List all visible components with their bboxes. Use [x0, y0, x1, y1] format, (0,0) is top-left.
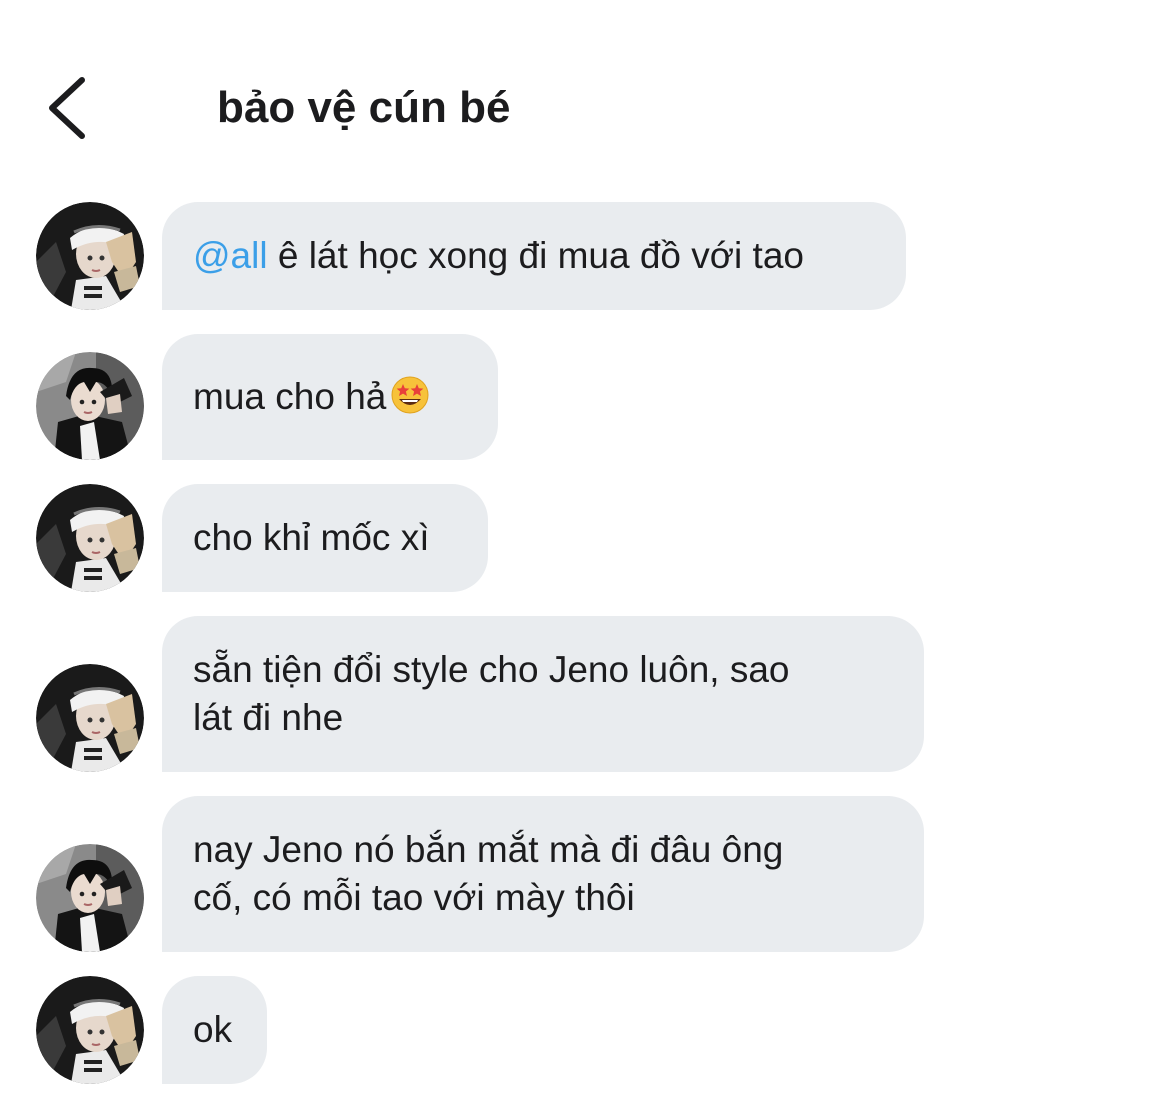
back-button[interactable]	[38, 72, 94, 144]
avatar[interactable]	[36, 976, 144, 1084]
message-row: nay Jeno nó bắn mắt mà đi đâu ông cố, có…	[0, 796, 1169, 952]
message-text: sẵn tiện đổi style cho Jeno luôn, sao lá…	[193, 649, 790, 738]
message-bubble[interactable]: cho khỉ mốc xì	[162, 484, 488, 592]
avatar-a-image	[36, 202, 144, 310]
message-row: @all ê lát học xong đi mua đồ với tao	[0, 202, 1169, 310]
message-bubble[interactable]: ok	[162, 976, 267, 1084]
avatar[interactable]	[36, 484, 144, 592]
chat-header: bảo vệ cún bé	[0, 0, 1169, 180]
message-body: mua cho hả	[193, 376, 387, 417]
message-row: sẵn tiện đổi style cho Jeno luôn, sao lá…	[0, 616, 1169, 772]
message-bubble[interactable]: @all ê lát học xong đi mua đồ với tao	[162, 202, 906, 310]
star-struck-emoji-icon	[391, 376, 429, 414]
chevron-left-icon	[49, 77, 85, 139]
avatar[interactable]	[36, 352, 144, 460]
chat-title: bảo vệ cún bé	[217, 83, 511, 132]
message-bubble[interactable]: sẵn tiện đổi style cho Jeno luôn, sao lá…	[162, 616, 924, 772]
mention-link[interactable]: @all	[193, 235, 268, 276]
message-row: mua cho hả	[0, 334, 1169, 460]
avatar[interactable]	[36, 844, 144, 952]
avatar-a-image	[36, 484, 144, 592]
avatar-a-image	[36, 976, 144, 1084]
message-bubble[interactable]: mua cho hả	[162, 334, 498, 460]
avatar-a-image	[36, 664, 144, 772]
avatar[interactable]	[36, 202, 144, 310]
message-text: nay Jeno nó bắn mắt mà đi đâu ông cố, có…	[193, 829, 784, 918]
avatar[interactable]	[36, 664, 144, 772]
message-text: @all ê lát học xong đi mua đồ với tao	[193, 232, 804, 280]
avatar-b-image	[36, 844, 144, 952]
avatar-b-image	[36, 352, 144, 460]
message-bubble[interactable]: nay Jeno nó bắn mắt mà đi đâu ông cố, có…	[162, 796, 924, 952]
message-body: ê lát học xong đi mua đồ với tao	[277, 235, 804, 276]
message-row: cho khỉ mốc xì	[0, 484, 1169, 592]
message-text: ok	[193, 1009, 233, 1050]
message-text: cho khỉ mốc xì	[193, 517, 430, 558]
message-row: ok	[0, 976, 1169, 1084]
message-text: mua cho hả	[193, 373, 430, 421]
